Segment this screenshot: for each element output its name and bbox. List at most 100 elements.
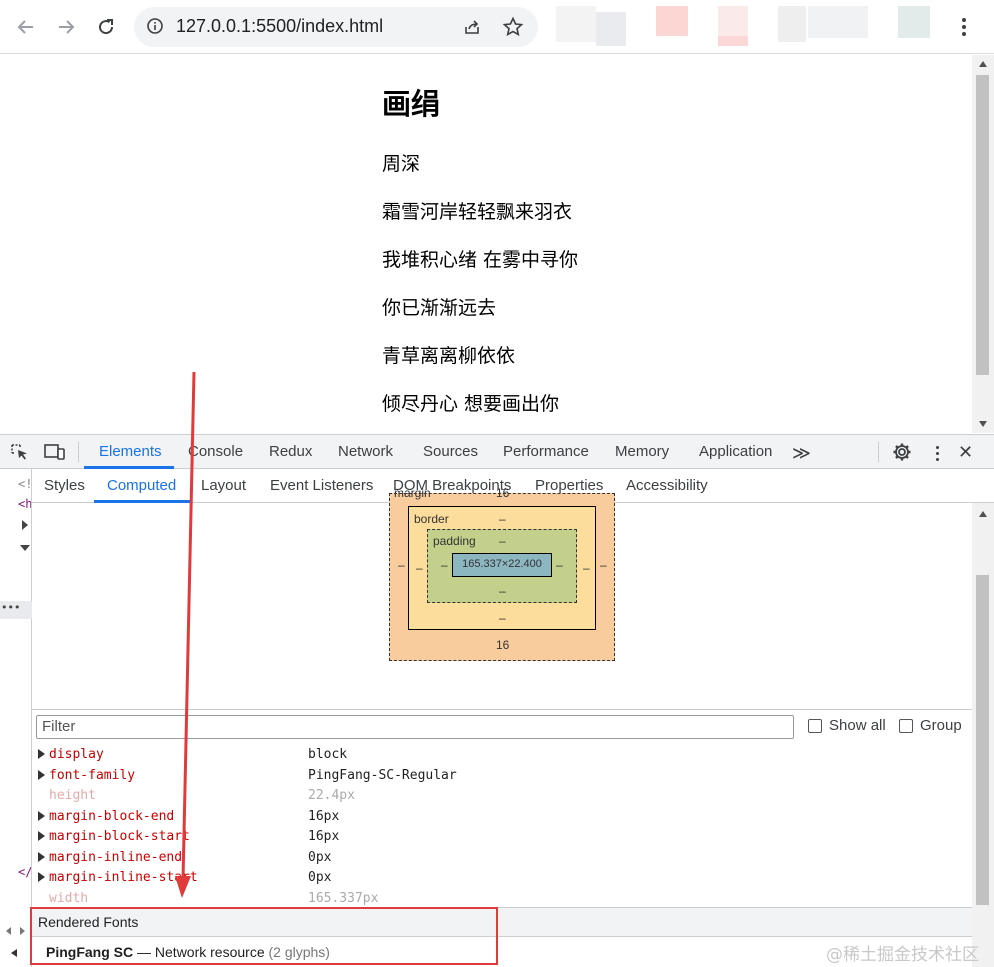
back-button[interactable] bbox=[11, 12, 41, 42]
property-value: block bbox=[308, 747, 348, 762]
reload-button[interactable] bbox=[91, 12, 121, 42]
gear-icon[interactable] bbox=[892, 442, 912, 466]
computed-property-row[interactable]: height 22.4px bbox=[32, 786, 972, 806]
ellipsis-icon[interactable]: ••• bbox=[1, 601, 20, 614]
property-name: margin-block-end bbox=[49, 808, 175, 824]
property-value: 0px bbox=[308, 870, 332, 885]
devtools-menu-button[interactable] bbox=[930, 443, 944, 463]
elements-tree-gutter: <! <h </ bbox=[0, 469, 32, 967]
tab-computed[interactable]: Computed bbox=[107, 469, 176, 503]
computed-property-row[interactable]: display block bbox=[32, 745, 972, 765]
poem-line: 青草离离柳依依 bbox=[382, 345, 516, 367]
property-value: 0px bbox=[308, 849, 332, 865]
property-name: font-family bbox=[49, 767, 136, 783]
expand-triangle-icon[interactable] bbox=[22, 520, 28, 530]
tab-network[interactable]: Network bbox=[338, 435, 393, 469]
padding-right-value: – bbox=[556, 558, 563, 572]
expand-triangle-icon[interactable] bbox=[38, 872, 45, 882]
annotation-highlight-box bbox=[30, 907, 498, 965]
group-checkbox[interactable] bbox=[899, 719, 913, 733]
margin-label: margin bbox=[394, 486, 431, 500]
site-info-icon[interactable] bbox=[146, 17, 164, 39]
border-left-value: – bbox=[416, 561, 423, 575]
property-value: PingFang-SC-Regular bbox=[308, 767, 457, 783]
property-value: 16px bbox=[308, 829, 340, 844]
page-scroll-thumb[interactable] bbox=[976, 75, 989, 375]
poem-line: 周深 bbox=[382, 153, 421, 175]
computed-property-row[interactable]: font-family PingFang-SC-Regular bbox=[32, 766, 972, 786]
content-size-value: 165.337×22.400 bbox=[462, 558, 542, 570]
page-viewport: 画绢 周深 霜雪河岸轻轻飘来羽衣 我堆积心绪 在雾中寻你 你已渐渐远去 青草离离… bbox=[0, 55, 994, 433]
more-tabs-chevron-icon[interactable]: ≫ bbox=[792, 443, 811, 464]
expand-triangle-icon[interactable] bbox=[38, 749, 45, 759]
closing-tag-fragment: </ bbox=[18, 865, 32, 879]
expand-triangle-icon[interactable] bbox=[38, 769, 45, 780]
show-all-checkbox[interactable] bbox=[808, 719, 822, 733]
border-bottom-value: – bbox=[499, 611, 506, 625]
box-model-margin[interactable]: margin 16 – – 16 border – – – – padding … bbox=[389, 486, 615, 661]
tab-accessibility[interactable]: Accessibility bbox=[626, 469, 708, 503]
tab-sources[interactable]: Sources bbox=[423, 435, 478, 469]
tab-console[interactable]: Console bbox=[188, 435, 243, 469]
device-toolbar-icon[interactable] bbox=[44, 443, 66, 465]
padding-left-value: – bbox=[441, 558, 448, 572]
sidebar-scroll-thumb[interactable] bbox=[976, 575, 989, 905]
property-value: 22.4px bbox=[308, 788, 355, 803]
computed-property-row[interactable]: margin-inline-start 0px bbox=[32, 868, 972, 888]
forward-button[interactable] bbox=[51, 12, 81, 42]
margin-right-value: – bbox=[600, 558, 607, 572]
box-model-padding[interactable]: padding – – – – 165.337×22.400 bbox=[427, 529, 577, 603]
scroll-left-arrow-icon[interactable] bbox=[11, 949, 17, 957]
box-model-content[interactable]: 165.337×22.400 bbox=[452, 553, 552, 577]
selected-node-row[interactable]: ••• bbox=[0, 601, 32, 619]
tab-layout[interactable]: Layout bbox=[201, 469, 246, 503]
filter-input[interactable]: Filter bbox=[36, 715, 794, 739]
expand-triangle-icon[interactable] bbox=[38, 851, 45, 862]
property-name: margin-block-start bbox=[49, 829, 190, 844]
computed-property-row[interactable]: margin-inline-end 0px bbox=[32, 848, 972, 868]
devtools-panel: Elements Console Redux Network Sources P… bbox=[0, 434, 994, 967]
inspect-element-icon[interactable] bbox=[10, 443, 30, 465]
computed-property-row[interactable]: margin-block-start 16px bbox=[32, 827, 972, 847]
tab-elements[interactable]: Elements bbox=[99, 435, 162, 469]
page-scrollbar[interactable] bbox=[972, 55, 994, 433]
sidebar-scrollbar[interactable] bbox=[972, 503, 994, 967]
scroll-up-arrow-icon[interactable] bbox=[979, 61, 987, 67]
address-bar[interactable]: 127.0.0.1:5500/index.html bbox=[134, 7, 538, 47]
tab-application[interactable]: Application bbox=[699, 435, 772, 469]
property-name: display bbox=[49, 747, 104, 762]
property-value: 165.337px bbox=[308, 890, 379, 906]
expand-triangle-icon[interactable] bbox=[38, 810, 45, 821]
box-model-border[interactable]: border – – – – padding – – – – 165.337×2… bbox=[408, 506, 596, 630]
padding-label: padding bbox=[433, 534, 476, 548]
tab-event-listeners[interactable]: Event Listeners bbox=[270, 469, 373, 503]
tab-redux[interactable]: Redux bbox=[269, 435, 312, 469]
arrow-right-icon bbox=[59, 20, 75, 34]
expand-triangle-icon[interactable] bbox=[38, 831, 45, 841]
tab-styles[interactable]: Styles bbox=[44, 469, 85, 503]
collapse-triangle-icon[interactable] bbox=[20, 545, 30, 551]
property-name: margin-inline-start bbox=[49, 870, 198, 885]
close-icon[interactable]: ✕ bbox=[958, 442, 973, 463]
property-name: height bbox=[49, 788, 96, 803]
scroll-up-arrow-icon[interactable] bbox=[979, 511, 987, 517]
bookmark-star-icon[interactable] bbox=[502, 16, 524, 42]
scroll-left-arrow-icon[interactable] bbox=[6, 927, 11, 935]
computed-properties-list: display block font-family PingFang-SC-Re… bbox=[32, 745, 972, 907]
poem-line: 霜雪河岸轻轻飘来羽衣 bbox=[382, 201, 573, 223]
computed-property-row[interactable]: margin-block-end 16px bbox=[32, 807, 972, 827]
browser-menu-button[interactable] bbox=[952, 12, 976, 42]
url-text: 127.0.0.1:5500/index.html bbox=[176, 16, 384, 36]
margin-bottom-value: 16 bbox=[496, 638, 510, 652]
padding-top-value: – bbox=[499, 534, 506, 548]
property-value: 16px bbox=[308, 808, 340, 824]
tab-performance[interactable]: Performance bbox=[503, 435, 589, 469]
scroll-right-arrow-icon[interactable] bbox=[20, 927, 25, 935]
horizontal-scroll-controls bbox=[0, 919, 32, 967]
computed-property-row[interactable]: width 165.337px bbox=[32, 889, 972, 908]
scroll-down-arrow-icon[interactable] bbox=[979, 421, 987, 427]
tab-memory[interactable]: Memory bbox=[615, 435, 669, 469]
arrow-left-icon bbox=[17, 20, 33, 34]
extensions-area bbox=[552, 4, 952, 48]
share-icon[interactable] bbox=[462, 17, 482, 41]
